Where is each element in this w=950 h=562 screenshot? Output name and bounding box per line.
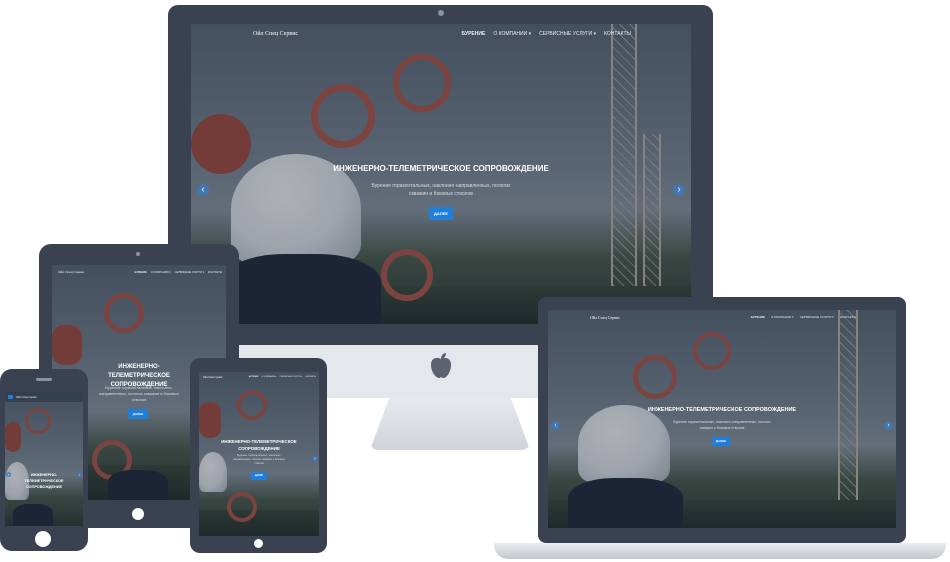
hero-cta-button[interactable]: ДАЛЕЕ (128, 409, 148, 419)
carousel-next[interactable]: › (312, 456, 318, 462)
nav-item-drilling[interactable]: БУРЕНИЕ (135, 271, 147, 274)
nav-item-about[interactable]: О КОМПАНИИ ▾ (771, 315, 794, 319)
nav-menu: БУРЕНИЕ О КОМПАНИИ ▾ СЕРВИСНЫЕ УСЛУГИ ▾ … (751, 315, 856, 319)
brand-logo[interactable]: Ойл Спец Сервис (590, 315, 620, 320)
carousel-prev[interactable]: ‹ (6, 472, 11, 477)
nav-item-services[interactable]: СЕРВИСНЫЕ УСЛУГИ ▾ (279, 376, 302, 378)
overlay (548, 310, 896, 528)
hero-cta-button[interactable]: ДАЛЕЕ (712, 437, 730, 446)
laptop-screen: Ойл Спец Сервис БУРЕНИЕ О КОМПАНИИ ▾ СЕР… (548, 310, 896, 528)
carousel-next[interactable]: › (77, 472, 82, 477)
nav-item-contacts[interactable]: КОНТАКТЫ (840, 315, 856, 319)
desktop-screen: Ойл Спец Сервис БУРЕНИЕ О КОМПАНИИ ▾ СЕР… (191, 24, 691, 324)
nav-menu: БУРЕНИЕ О КОМПАНИИ ▾ СЕРВИСНЫЕ УСЛУГИ ▾ … (462, 31, 631, 37)
brand-logo[interactable]: Ойл Спец Сервис (203, 376, 222, 379)
tablet-portrait-screen: Ойл Спец Сервис БУРЕНИЕ О КОМПАНИИ ▾ СЕР… (199, 372, 319, 536)
hero-title: ИНЖЕНЕРНО-ТЕЛЕМЕТРИЧЕСКОЕ СОПРОВОЖДЕНИЕ (24, 473, 64, 489)
carousel-prev[interactable]: ‹ (197, 184, 209, 196)
hero-cta-button[interactable]: ДАЛЕЕ (251, 472, 267, 480)
phone-home-button[interactable] (35, 531, 51, 547)
nav-item-about[interactable]: О КОМПАНИИ ▾ (151, 271, 171, 274)
nav-menu: БУРЕНИЕ О КОМПАНИИ ▾ СЕРВИСНЫЕ УСЛУГИ ▾ … (249, 376, 316, 378)
overlay (191, 24, 691, 324)
desktop-stand (370, 398, 530, 450)
camera-dot (438, 10, 444, 16)
nav-item-drilling[interactable]: БУРЕНИЕ (249, 376, 259, 378)
tablet-camera (136, 252, 140, 256)
carousel-prev[interactable]: ‹ (551, 421, 560, 430)
nav-item-services[interactable]: СЕРВИСНЫЕ УСЛУГИ ▾ (800, 315, 834, 319)
carousel-next[interactable]: › (673, 184, 685, 196)
tablet-portrait-home-button[interactable] (254, 539, 263, 548)
hero-title: ИНЖЕНЕРНО-ТЕЛЕМЕТРИЧЕСКОЕ СОПРОВОЖДЕНИЕ (333, 164, 549, 173)
hero-title: ИНЖЕНЕРНО-ТЕЛЕМЕТРИЧЕСКОЕ СОПРОВОЖДЕНИЕ (647, 407, 797, 413)
tablet-home-button[interactable] (132, 508, 144, 520)
nav-item-contacts[interactable]: КОНТАКТЫ (604, 31, 631, 37)
nav-item-about[interactable]: О КОМПАНИИ ▾ (493, 31, 531, 37)
hero-cta-button[interactable]: ДАЛЕЕ (429, 207, 453, 220)
hero-title: ИНЖЕНЕРНО-ТЕЛЕМЕТРИЧЕСКОЕ СОПРОВОЖДЕНИЕ (221, 439, 297, 451)
hero-subtitle: Бурение горизонтальных, наклонно-направл… (371, 183, 511, 197)
navbar: Ойл Спец Сервис БУРЕНИЕ О КОМПАНИИ ▾ СЕР… (52, 265, 226, 279)
phone-screen: Ойл Спец Сервис ИНЖЕНЕРНО-ТЕЛЕМЕТРИЧЕСКО… (5, 392, 83, 526)
nav-item-contacts[interactable]: КОНТАКТЫ (208, 271, 222, 274)
navbar: Ойл Спец Сервис (5, 392, 83, 402)
brand-logo[interactable]: Ойл Спец Сервис (58, 270, 84, 274)
brand-logo[interactable]: Ойл Спец Сервис (16, 396, 37, 399)
nav-item-contacts[interactable]: КОНТАКТЫ (305, 376, 316, 378)
menu-toggle-icon[interactable] (8, 395, 13, 399)
hero-subtitle: Бурение горизонтальных, наклонно-направл… (233, 454, 285, 465)
apple-logo-icon (428, 352, 454, 380)
nav-menu: БУРЕНИЕ О КОМПАНИИ ▾ СЕРВИСНЫЕ УСЛУГИ ▾ … (135, 271, 222, 274)
nav-item-drilling[interactable]: БУРЕНИЕ (462, 31, 486, 37)
overlay (5, 392, 83, 526)
navbar: Ойл Спец Сервис БУРЕНИЕ О КОМПАНИИ ▾ СЕР… (199, 372, 319, 382)
hero-subtitle: Бурение горизонтальных, наклонно-направл… (673, 420, 771, 430)
phone-speaker (36, 378, 52, 381)
carousel-next[interactable]: › (884, 421, 893, 430)
nav-item-services[interactable]: СЕРВИСНЫЕ УСЛУГИ ▾ (539, 31, 596, 37)
navbar: Ойл Спец Сервис БУРЕНИЕ О КОМПАНИИ ▾ СЕР… (548, 310, 896, 324)
nav-item-about[interactable]: О КОМПАНИИ ▾ (261, 376, 276, 378)
nav-item-drilling[interactable]: БУРЕНИЕ (751, 315, 765, 319)
laptop-base (494, 543, 946, 559)
navbar: Ойл Спец Сервис БУРЕНИЕ О КОМПАНИИ ▾ СЕР… (191, 24, 691, 44)
brand-logo[interactable]: Ойл Спец Сервис (253, 31, 298, 37)
nav-item-services[interactable]: СЕРВИСНЫЕ УСЛУГИ ▾ (175, 271, 205, 274)
